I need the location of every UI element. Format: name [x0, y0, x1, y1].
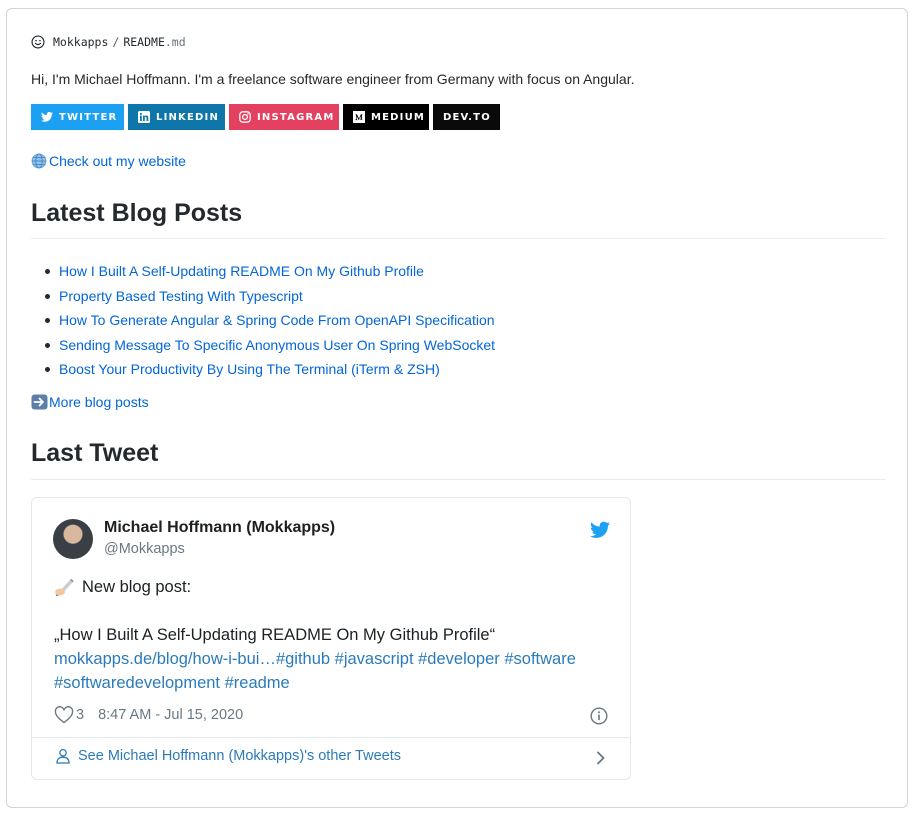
intro-text: Hi, I'm Michael Hoffmann. I'm a freelanc…	[31, 71, 635, 87]
list-item: Sending Message To Specific Anonymous Us…	[44, 333, 495, 358]
tweet-links: mokkapps.de/blog/how-i-bui…#github #java…	[54, 647, 576, 671]
linkedin-badge[interactable]: LINKEDIN	[128, 104, 225, 130]
list-item: Boost Your Productivity By Using The Ter…	[44, 357, 495, 382]
linkedin-icon	[138, 111, 150, 123]
readme-card: Mokkapps / README .md Hi, I'm Michael Hof…	[6, 8, 908, 808]
tweet-link-hashtags[interactable]: mokkapps.de/blog/how-i-bui…#github #java…	[54, 650, 576, 668]
other-tweets-link[interactable]: See Michael Hoffmann (Mokkapps)'s other …	[78, 748, 401, 764]
blog-post-link[interactable]: Sending Message To Specific Anonymous Us…	[59, 337, 495, 353]
tweet-meta: 3 8:47 AM - Jul 15, 2020	[54, 706, 243, 724]
website-link-row: Check out my website	[31, 153, 186, 169]
tweet-text: New blog post: „How I Built A Self-Updat…	[54, 575, 576, 695]
tweet-hashtags: #softwaredevelopment #readme	[54, 671, 576, 695]
file-extension: .md	[164, 35, 186, 49]
blog-post-link[interactable]: Boost Your Productivity By Using The Ter…	[59, 361, 440, 377]
tweet-hashtag-link[interactable]: #softwaredevelopment #readme	[54, 674, 290, 692]
repo-owner[interactable]: Mokkapps	[53, 35, 108, 49]
website-link[interactable]: Check out my website	[49, 153, 186, 169]
writing-hand-icon	[55, 578, 74, 596]
tweet-footer-divider	[32, 737, 630, 738]
instagram-badge-label: INSTAGRAM	[257, 111, 335, 123]
medium-badge[interactable]: MEDIUM	[343, 104, 429, 130]
twitter-badge[interactable]: TWITTER	[31, 104, 124, 130]
globe-icon	[31, 153, 47, 169]
twitter-icon	[41, 112, 53, 122]
instagram-icon	[239, 111, 251, 123]
devto-badge-label: DEV.TO	[443, 111, 491, 123]
blog-post-list: How I Built A Self-Updating README On My…	[31, 259, 495, 382]
person-icon	[56, 748, 70, 764]
blog-heading: Latest Blog Posts	[31, 199, 243, 227]
info-icon[interactable]	[590, 707, 608, 725]
list-item: How To Generate Angular & Spring Code Fr…	[44, 308, 495, 333]
tweet-line-1: New blog post:	[82, 578, 192, 596]
avatar[interactable]	[53, 519, 93, 559]
blog-post-link[interactable]: How To Generate Angular & Spring Code Fr…	[59, 312, 495, 328]
more-posts-row: More blog posts	[31, 394, 149, 410]
tweet-author-handle[interactable]: @Mokkapps	[104, 541, 185, 557]
medium-badge-label: MEDIUM	[371, 111, 426, 123]
medium-icon	[353, 111, 365, 123]
smiley-icon	[31, 35, 45, 49]
devto-badge[interactable]: DEV.TO	[433, 104, 500, 130]
tweet-line: New blog post:	[54, 575, 576, 599]
like-count[interactable]: 3	[76, 707, 84, 723]
tweet-timestamp[interactable]: 8:47 AM - Jul 15, 2020	[98, 707, 243, 723]
tweet-author-name[interactable]: Michael Hoffmann (Mokkapps)	[104, 519, 335, 537]
twitter-bird-icon[interactable]	[590, 520, 610, 540]
chevron-right-icon[interactable]	[596, 751, 606, 765]
blog-post-link[interactable]: How I Built A Self-Updating README On My…	[59, 263, 424, 279]
other-tweets-link-row[interactable]: See Michael Hoffmann (Mokkapps)'s other …	[55, 748, 401, 764]
readme-header: Mokkapps / README .md	[31, 33, 186, 51]
heading-divider	[31, 479, 886, 480]
blog-post-link[interactable]: Property Based Testing With Typescript	[59, 288, 303, 304]
tweet-heading: Last Tweet	[31, 439, 159, 467]
more-blog-posts-link[interactable]: More blog posts	[49, 394, 149, 410]
social-badges: TWITTER LINKEDIN INSTAGRAM MEDIUM DEV.TO	[31, 104, 504, 130]
instagram-badge[interactable]: INSTAGRAM	[229, 104, 339, 130]
tweet-line-2: „How I Built A Self-Updating README On M…	[54, 626, 496, 644]
twitter-badge-label: TWITTER	[59, 111, 118, 123]
right-arrow-icon	[31, 394, 48, 410]
path-separator: /	[112, 35, 120, 49]
linkedin-badge-label: LINKEDIN	[156, 111, 220, 123]
list-item: How I Built A Self-Updating README On My…	[44, 259, 495, 284]
file-name: README	[123, 35, 165, 49]
list-item: Property Based Testing With Typescript	[44, 284, 495, 309]
heading-divider	[31, 238, 886, 239]
heart-icon[interactable]	[54, 706, 74, 724]
tweet-card[interactable]: Michael Hoffmann (Mokkapps) @Mokkapps Ne…	[31, 497, 631, 780]
